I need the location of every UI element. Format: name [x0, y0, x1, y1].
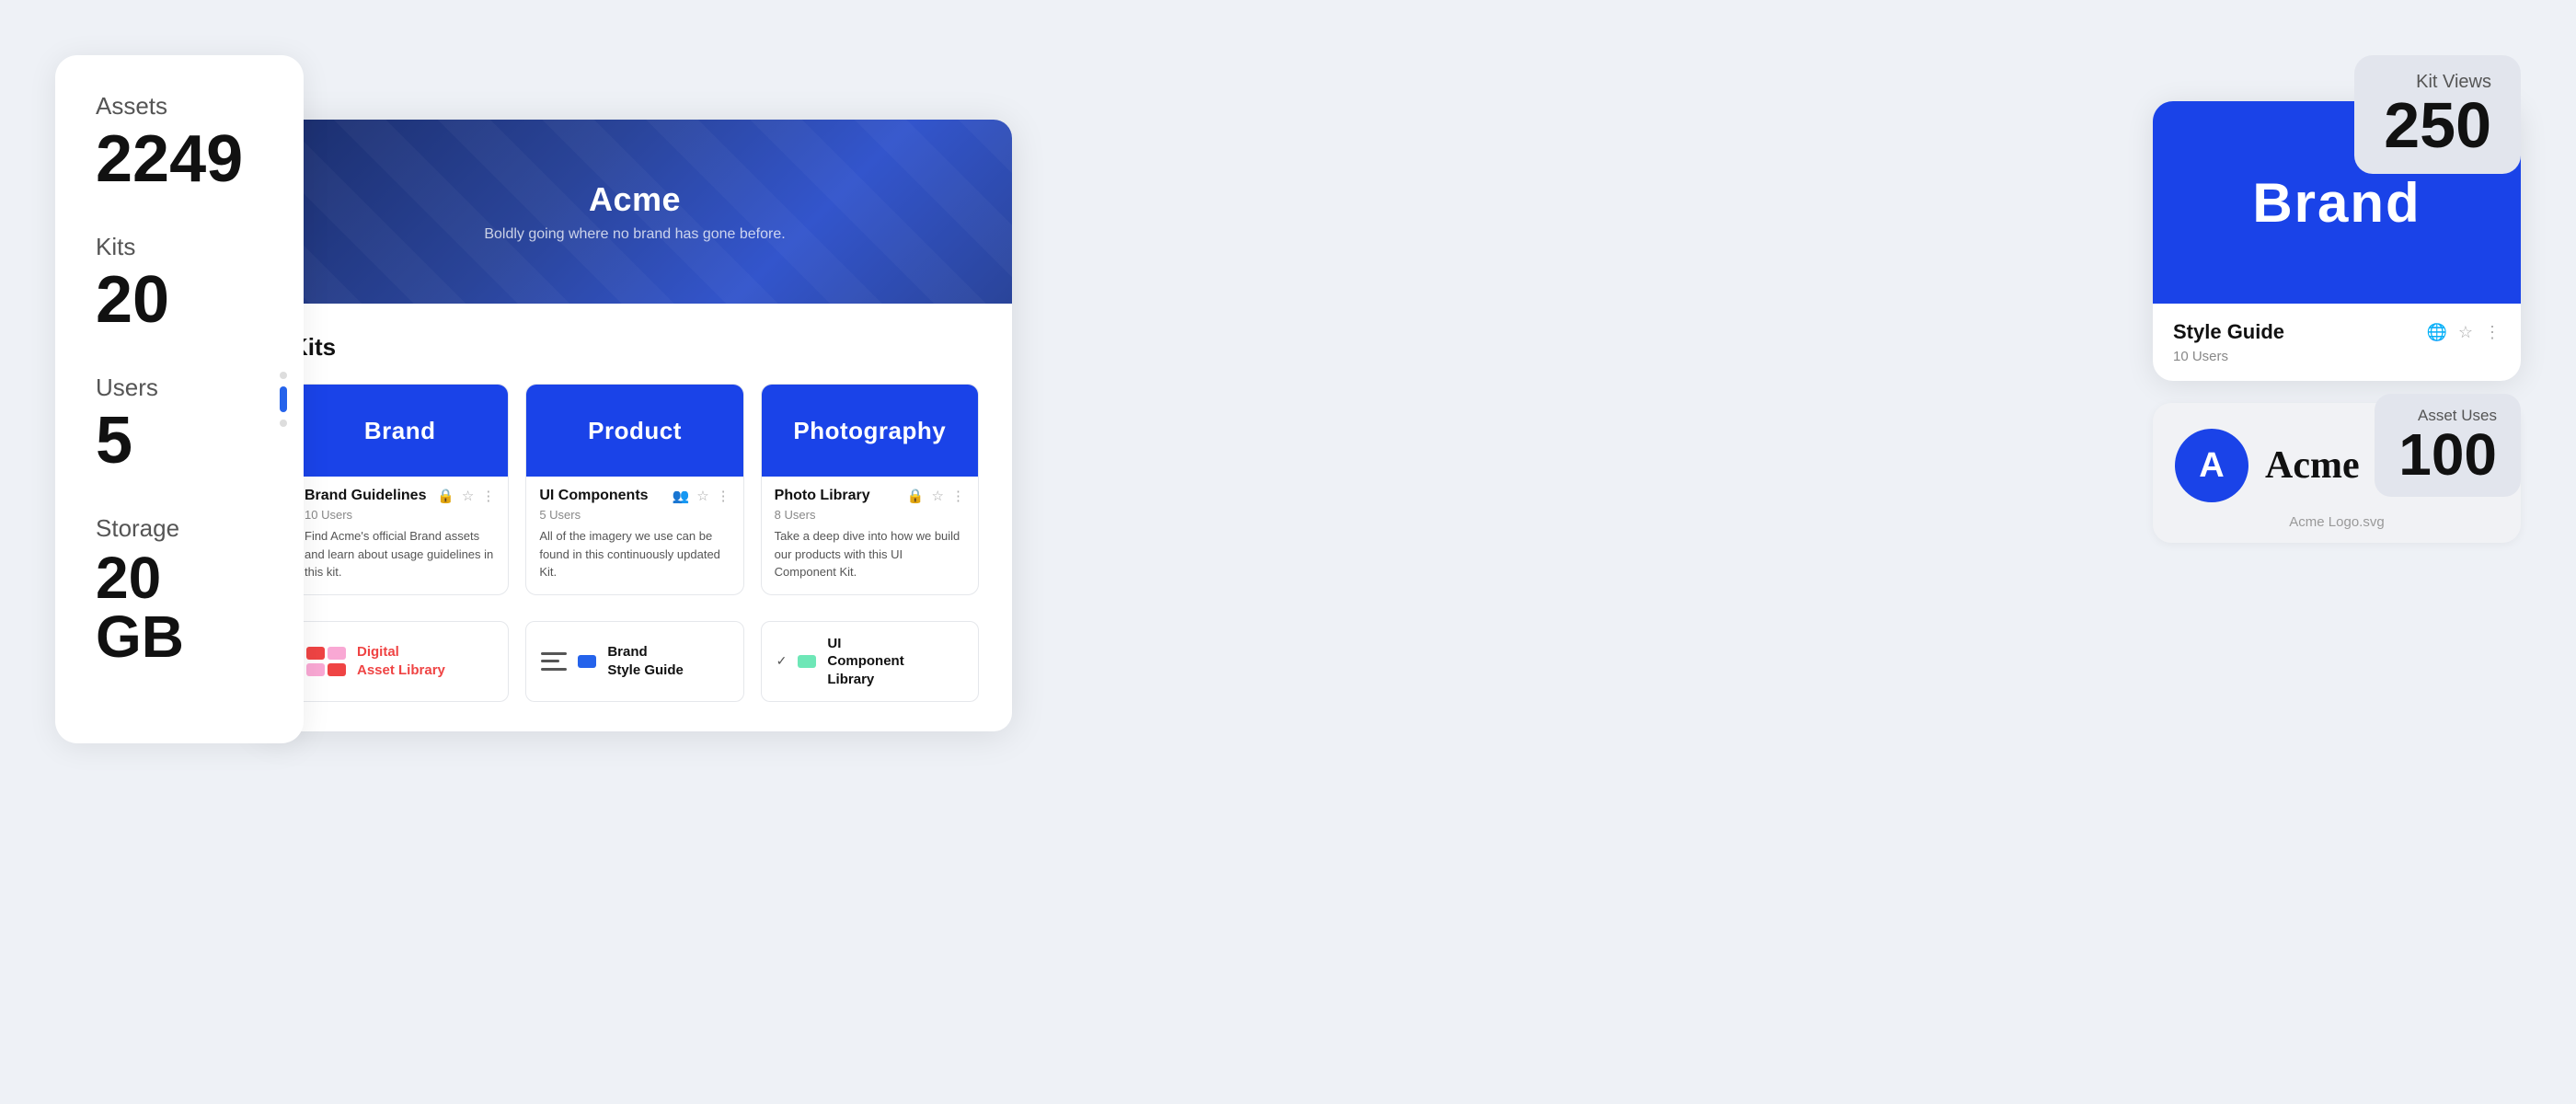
icon-chip-red-2	[328, 663, 346, 676]
hero-title: Acme	[589, 180, 681, 219]
style-guide-users: 10 Users	[2173, 349, 2501, 364]
kit-card-thumb-brand: Brand	[292, 385, 508, 477]
kit-card-thumb-photography: Photography	[762, 385, 978, 477]
users-label: Users	[96, 374, 263, 402]
kit-views-value: 250	[2384, 93, 2491, 157]
hero-subtitle: Boldly going where no brand has gone bef…	[484, 226, 785, 243]
small-kit-label-ui: UIComponentLibrary	[827, 635, 903, 689]
icon-chip-pink	[328, 647, 346, 660]
right-panel: Kit Views 250 Brand Style Guide 🌐 ☆ ⋮ 10…	[2153, 55, 2521, 543]
small-kit-digital-asset[interactable]: DigitalAsset Library	[291, 621, 509, 703]
kits-label: Kits	[96, 233, 263, 261]
kit-card-meta-brand: Brand Guidelines 🔒 ☆ ⋮	[305, 488, 495, 504]
kit-card-icons-photography: 🔒 ☆ ⋮	[907, 488, 965, 504]
kit-card-meta-product: UI Components 👥 ☆ ⋮	[539, 488, 730, 504]
small-kit-icons-1	[306, 647, 346, 676]
kit-card-meta-photography: Photo Library 🔒 ☆ ⋮	[775, 488, 965, 504]
storage-label: Storage	[96, 514, 263, 543]
users-stat: Users 5	[96, 374, 263, 474]
kit-card-info-product: UI Components 👥 ☆ ⋮ 5 Users All of the i…	[526, 477, 742, 594]
assets-value: 2249	[96, 126, 263, 192]
kit-card-info-photography: Photo Library 🔒 ☆ ⋮ 8 Users Take a deep …	[762, 477, 978, 594]
acme-filename: Acme Logo.svg	[2153, 514, 2521, 530]
kit-card-thumb-label-photography: Photography	[793, 417, 946, 445]
star-icon-sg[interactable]: ☆	[2458, 323, 2473, 342]
star-icon-2: ☆	[696, 488, 708, 504]
storage-stat: Storage 20 GB	[96, 514, 263, 666]
kit-card-users-photography: 8 Users	[775, 508, 965, 522]
dots-icon-2: ⋮	[717, 488, 730, 504]
bottom-kits: DigitalAsset Library BrandStyle Guide ✓ …	[291, 621, 979, 703]
star-icon: ☆	[462, 488, 474, 504]
kit-card-thumb-product: Product	[526, 385, 742, 477]
small-kit-label-digital: DigitalAsset Library	[357, 643, 445, 679]
hero-banner: Acme Boldly going where no brand has gon…	[258, 120, 1012, 304]
kit-card-users-brand: 10 Users	[305, 508, 495, 522]
main-panel: Acme Boldly going where no brand has gon…	[258, 120, 1012, 731]
users-icon: 👥	[673, 488, 690, 504]
kit-card-name-photography: Photo Library	[775, 488, 870, 504]
acme-avatar: A	[2175, 429, 2248, 502]
globe-icon[interactable]: 🌐	[2426, 323, 2446, 342]
scroll-dot-active	[280, 386, 287, 412]
lines-icon	[541, 652, 567, 671]
users-value: 5	[96, 408, 263, 474]
kit-card-users-product: 5 Users	[539, 508, 730, 522]
scroll-dot-3	[280, 420, 287, 427]
kit-card-icons-brand: 🔒 ☆ ⋮	[437, 488, 495, 504]
scroll-dot-1	[280, 372, 287, 379]
icon-chip-red	[306, 647, 325, 660]
check-icon: ✓	[776, 653, 788, 669]
small-kit-label-brand: BrandStyle Guide	[607, 643, 684, 679]
style-guide-info: Style Guide 🌐 ☆ ⋮ 10 Users	[2153, 304, 2521, 381]
assets-label: Assets	[96, 92, 263, 121]
icon-chip-pink-2	[306, 663, 325, 676]
kit-card-desc-product: All of the imagery we use can be found i…	[539, 527, 730, 581]
kit-card-icons-product: 👥 ☆ ⋮	[673, 488, 730, 504]
star-icon-3: ☆	[932, 488, 944, 504]
shield-icon: 🔒	[437, 488, 454, 504]
acme-logo-section: Asset Uses 100 A Acme Acme Logo.svg	[2153, 403, 2521, 543]
dots-icon-3: ⋮	[951, 488, 965, 504]
kit-card-name-product: UI Components	[539, 488, 648, 504]
kit-card-photography[interactable]: Photography Photo Library 🔒 ☆ ⋮ 8 Users …	[761, 384, 979, 595]
dots-icon: ⋮	[481, 488, 495, 504]
scroll-indicator	[280, 372, 287, 427]
asset-uses-value: 100	[2398, 425, 2497, 484]
kit-card-brand[interactable]: Brand Brand Guidelines 🔒 ☆ ⋮ 10 Users Fi…	[291, 384, 509, 595]
kits-stat: Kits 20	[96, 233, 263, 333]
kit-card-thumb-label-product: Product	[588, 417, 682, 445]
kit-card-desc-brand: Find Acme's official Brand assets and le…	[305, 527, 495, 581]
kits-value: 20	[96, 267, 263, 333]
kits-section: Kits Brand Brand Guidelines 🔒 ☆ ⋮	[258, 304, 1012, 731]
style-guide-thumb-label: Brand	[2252, 171, 2421, 235]
blue-chip	[578, 655, 596, 668]
small-kit-brand-style[interactable]: BrandStyle Guide	[525, 621, 743, 703]
acme-name: Acme	[2265, 443, 2360, 488]
kit-card-desc-photography: Take a deep dive into how we build our p…	[775, 527, 965, 581]
kit-card-name-brand: Brand Guidelines	[305, 488, 426, 504]
kits-grid: Brand Brand Guidelines 🔒 ☆ ⋮ 10 Users Fi…	[291, 384, 979, 595]
assets-stat: Assets 2249	[96, 92, 263, 192]
asset-uses-badge: Asset Uses 100	[2375, 394, 2521, 497]
kit-card-thumb-label-brand: Brand	[364, 417, 436, 445]
more-icon[interactable]: ⋮	[2484, 323, 2501, 342]
style-guide-icons: 🌐 ☆ ⋮	[2426, 323, 2501, 342]
kit-views-badge: Kit Views 250	[2354, 55, 2521, 174]
lock-icon: 🔒	[907, 488, 925, 504]
kits-heading: Kits	[291, 333, 979, 362]
small-kit-ui-component[interactable]: ✓ UIComponentLibrary	[761, 621, 979, 703]
style-guide-meta: Style Guide 🌐 ☆ ⋮	[2173, 320, 2501, 344]
kit-card-info-brand: Brand Guidelines 🔒 ☆ ⋮ 10 Users Find Acm…	[292, 477, 508, 594]
stats-card: Assets 2249 Kits 20 Users 5 Storage 20 G…	[55, 55, 304, 743]
style-guide-name: Style Guide	[2173, 320, 2284, 344]
green-chip	[798, 655, 816, 668]
kit-card-product[interactable]: Product UI Components 👥 ☆ ⋮ 5 Users All …	[525, 384, 743, 595]
storage-value: 20 GB	[96, 548, 263, 666]
avatar-letter: A	[2199, 446, 2224, 486]
